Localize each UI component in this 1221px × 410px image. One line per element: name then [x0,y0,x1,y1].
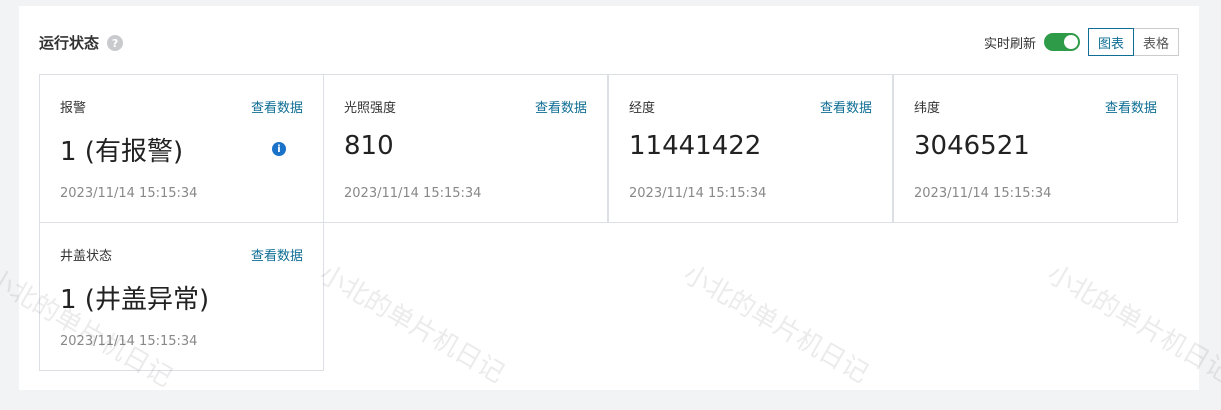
card-timestamp: 2023/11/14 15:15:34 [629,186,767,201]
toggle-knob [1063,35,1078,49]
card-value: 1 (有报警) [60,137,184,167]
help-icon[interactable]: ? [107,35,124,51]
card-longitude: 经度 查看数据 11441422 2023/11/14 15:15:34 [608,74,893,223]
panel-title: 运行状态 [39,33,100,52]
card-label: 报警 [60,101,87,116]
view-table-button[interactable]: 表格 [1133,28,1179,56]
card-timestamp: 2023/11/14 15:15:34 [60,186,198,201]
card-label: 纬度 [914,101,941,116]
view-data-link[interactable]: 查看数据 [535,97,587,116]
card-timestamp: 2023/11/14 15:15:34 [344,186,482,201]
realtime-refresh-label: 实时刷新 [983,36,1036,52]
status-panel: 运行状态 ? 实时刷新 图表 表格 报警 查看数据 1 (有报警) i 2023… [19,6,1199,390]
view-data-link[interactable]: 查看数据 [251,97,303,116]
view-switch: 图表 表格 [1087,28,1179,56]
info-icon[interactable]: i [272,142,286,156]
status-card-grid: 报警 查看数据 1 (有报警) i 2023/11/14 15:15:34 光照… [39,74,1179,371]
card-label: 经度 [629,101,656,116]
view-data-link[interactable]: 查看数据 [251,245,303,264]
card-timestamp: 2023/11/14 15:15:34 [914,186,1052,201]
card-value: 810 [344,131,394,161]
card-label: 光照强度 [344,101,397,116]
card-value: 1 (井盖异常) [60,285,210,315]
title-group: 运行状态 ? [39,32,124,53]
realtime-refresh-toggle[interactable] [1043,33,1080,51]
view-data-link[interactable]: 查看数据 [1105,97,1157,116]
card-timestamp: 2023/11/14 15:15:34 [60,334,198,349]
header-controls: 实时刷新 图表 表格 [984,28,1179,56]
card-latitude: 纬度 查看数据 3046521 2023/11/14 15:15:34 [893,74,1178,223]
view-chart-button[interactable]: 图表 [1087,28,1134,56]
card-value: 3046521 [914,131,1030,161]
card-alarm: 报警 查看数据 1 (有报警) i 2023/11/14 15:15:34 [39,74,324,223]
card-light-intensity: 光照强度 查看数据 810 2023/11/14 15:15:34 [323,74,608,223]
card-label: 井盖状态 [60,249,113,264]
panel-header: 运行状态 ? 实时刷新 图表 表格 [39,28,1179,56]
view-data-link[interactable]: 查看数据 [820,97,872,116]
card-value: 11441422 [629,131,762,161]
card-manhole-status: 井盖状态 查看数据 1 (井盖异常) 2023/11/14 15:15:34 [39,222,324,371]
